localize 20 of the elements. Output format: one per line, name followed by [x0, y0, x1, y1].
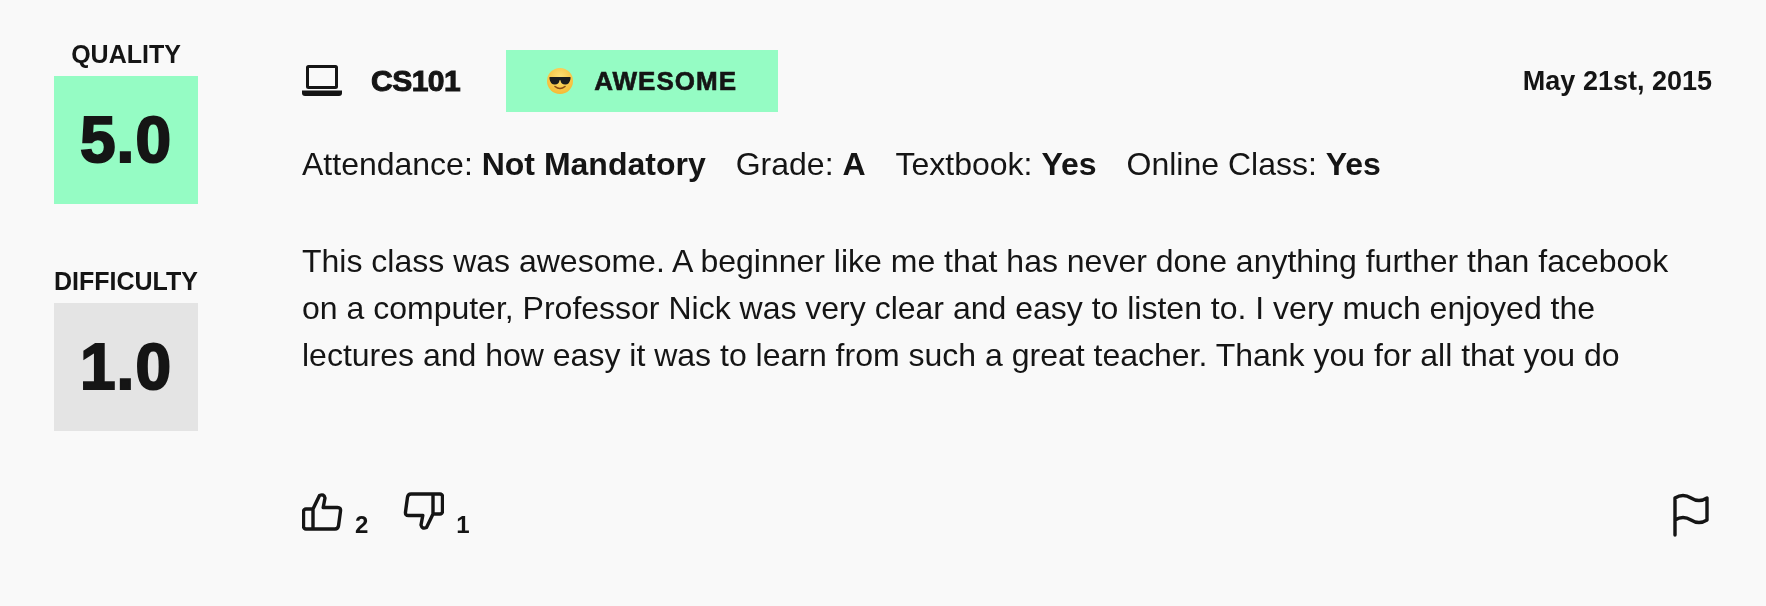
flag-icon: [1672, 492, 1710, 537]
review-comment: This class was awesome. A beginner like me that has never done anything further than facebook on a computer, Professor Nick was very clear and easy to listen to. I very much enjoyed the lectures and how easy it was to learn from such a great teacher. Thank you for all that you do: [302, 242, 1670, 375]
laptop-icon: [302, 65, 342, 97]
thumbs-up-button[interactable]: 2: [302, 492, 369, 537]
thumbs-down-button[interactable]: 1: [403, 492, 470, 537]
course-attribute: Textbook: Yes: [895, 145, 1097, 183]
thumbs-up-icon: [302, 492, 343, 531]
rating-label: DIFFICULTY: [54, 269, 198, 294]
review-date: May 21st, 2015: [1522, 65, 1712, 97]
tag-label: AWESOME: [594, 65, 738, 97]
sunglasses-face-icon: [547, 68, 574, 94]
course-attribute: Online Class: Yes: [1126, 145, 1381, 183]
rating-label: QUALITY: [71, 42, 181, 67]
course-attribute: Grade: A: [735, 145, 866, 183]
rating-score: 5.0: [54, 76, 198, 204]
course-attribute: Attendance: Not Mandatory: [302, 145, 706, 183]
rating-score: 1.0: [54, 303, 198, 431]
thumbs-down-icon: [403, 492, 445, 531]
course-code: CS101: [371, 64, 461, 98]
report-button[interactable]: [1672, 492, 1710, 537]
